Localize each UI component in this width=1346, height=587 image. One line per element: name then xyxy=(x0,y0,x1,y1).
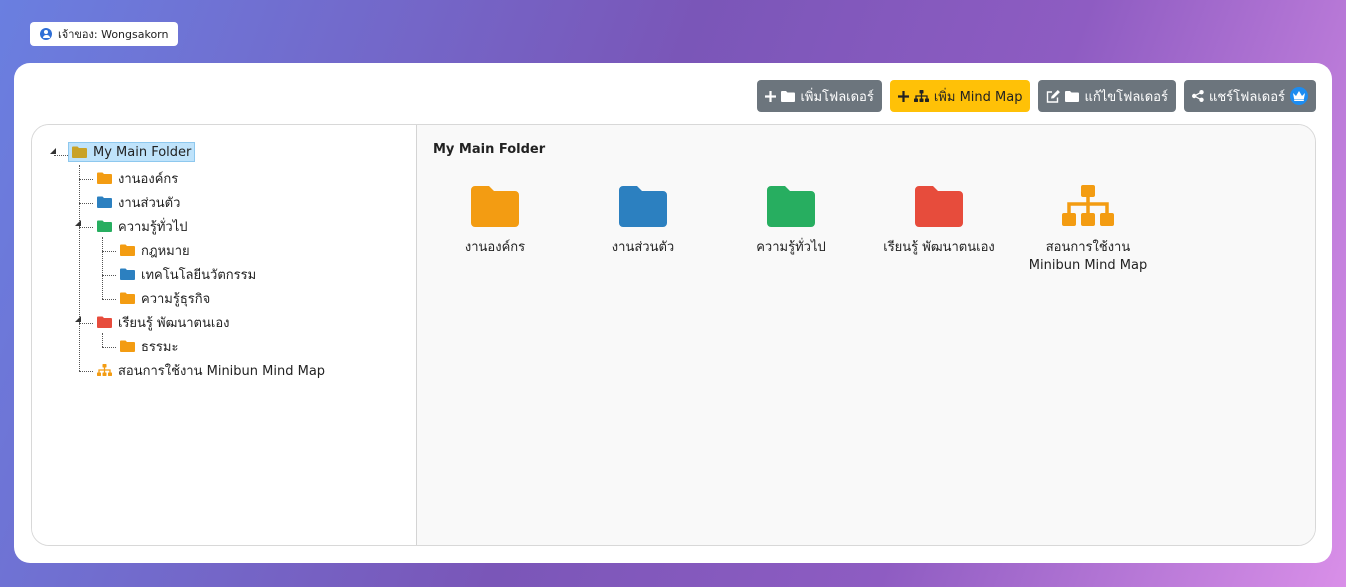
tree-node-label: เทคโนโลยีนวัตกรรม xyxy=(141,267,257,283)
folder-icon xyxy=(97,172,112,184)
sitemap-icon xyxy=(1062,185,1114,226)
tree-node-label: My Main Folder xyxy=(93,144,192,160)
folder-icon xyxy=(97,196,112,208)
sitemap-icon xyxy=(97,364,112,376)
tree-node-label: สอนการใช้งาน Minibun Mind Map xyxy=(118,363,326,379)
edit-folder-button[interactable]: แก้ไขโฟลเดอร์ xyxy=(1038,80,1176,112)
tree-node-folder[interactable]: เรียนรู้ พัฒนาตนเอง xyxy=(94,312,232,332)
tree-node-label: ธรรมะ xyxy=(141,339,179,355)
collapse-toggle-icon[interactable] xyxy=(75,220,81,226)
premium-badge xyxy=(1290,87,1308,105)
tree-node-folder[interactable]: เทคโนโลยีนวัตกรรม xyxy=(117,264,259,284)
tree-connector xyxy=(79,371,93,372)
tree-node-folder[interactable]: ธรรมะ xyxy=(117,336,181,356)
tree-node-folder[interactable]: ความรู้ธุรกิจ xyxy=(117,288,213,308)
tree-connector xyxy=(102,251,116,252)
plus-icon xyxy=(765,90,777,102)
main-panel: เพิ่มโฟลเดอร์ เพิ่ม Mind Map แก้ไขโฟลเดอ… xyxy=(14,63,1332,563)
edit-icon xyxy=(1047,89,1061,103)
collapse-toggle-icon[interactable] xyxy=(50,148,56,154)
mindmap-tile-label-line2: Minibun Mind Map xyxy=(1028,258,1148,273)
folder-icon xyxy=(781,91,796,102)
folder-icon xyxy=(120,340,135,352)
tree-node-label: ความรู้ธุรกิจ xyxy=(141,291,211,307)
tree-node-folder[interactable]: งานส่วนตัว xyxy=(94,192,183,212)
folder-tile[interactable]: งานองค์กร xyxy=(430,185,560,257)
tree-connector xyxy=(79,179,93,180)
folder-tile[interactable]: เรียนรู้ พัฒนาตนเอง xyxy=(874,185,1004,257)
tree-connector xyxy=(79,323,93,324)
folder-tile-label: งานส่วนตัว xyxy=(611,240,675,255)
tree-connector xyxy=(79,165,80,371)
crown-icon xyxy=(1293,91,1305,101)
tree-connector xyxy=(102,275,116,276)
owner-label: เจ้าของ: Wongsakorn xyxy=(58,28,169,41)
tree-connector xyxy=(102,237,103,299)
folder-icon xyxy=(471,186,519,227)
folder-tile[interactable]: ความรู้ทั่วไป xyxy=(726,185,856,257)
tree-node-folder[interactable]: งานองค์กร xyxy=(94,168,181,188)
tree-connector xyxy=(54,155,68,156)
add-mindmap-button[interactable]: เพิ่ม Mind Map xyxy=(889,80,1031,112)
tree-node-label: กฎหมาย xyxy=(141,243,190,259)
tree-connector xyxy=(102,299,116,300)
tree-node-label: เรียนรู้ พัฒนาตนเอง xyxy=(118,315,230,331)
add-folder-label: เพิ่มโฟลเดอร์ xyxy=(800,89,874,105)
tree-connector xyxy=(79,227,93,228)
tree-node-label: งานองค์กร xyxy=(118,171,179,187)
edit-folder-label: แก้ไขโฟลเดอร์ xyxy=(1084,89,1168,105)
owner-badge: เจ้าของ: Wongsakorn xyxy=(30,22,179,46)
sitemap-icon xyxy=(913,90,929,102)
folder-icon xyxy=(619,186,667,227)
folder-tile[interactable]: งานส่วนตัว xyxy=(578,185,708,257)
folder-tile-label: งานองค์กร xyxy=(464,240,526,255)
tree-node-folder[interactable]: ความรู้ทั่วไป xyxy=(94,216,191,236)
tree-node-label: ความรู้ทั่วไป xyxy=(118,219,188,235)
add-folder-button[interactable]: เพิ่มโฟลเดอร์ xyxy=(757,80,882,112)
folder-tile-label: เรียนรู้ พัฒนาตนเอง xyxy=(883,240,995,255)
folder-icon xyxy=(72,146,87,158)
tree-node-label: งานส่วนตัว xyxy=(118,195,181,211)
share-folder-label: แชร์โฟลเดอร์ xyxy=(1208,89,1285,105)
mindmap-tile-label-line1: สอนการใช้งาน xyxy=(1045,240,1131,255)
folder-icon xyxy=(120,292,135,304)
tree-connector xyxy=(79,203,93,204)
folder-icon xyxy=(915,186,963,227)
toolbar: เพิ่มโฟลเดอร์ เพิ่ม Mind Map แก้ไขโฟลเดอ… xyxy=(757,80,1316,112)
folder-tile-label: ความรู้ทั่วไป xyxy=(756,240,826,255)
tree-connector xyxy=(102,347,116,348)
mindmap-tile[interactable]: สอนการใช้งาน Minibun Mind Map xyxy=(1023,185,1153,275)
workspace: My Main Folder งานองค์กร งานส่วนตัว ความ… xyxy=(31,124,1316,546)
folder-tree: My Main Folder งานองค์กร งานส่วนตัว ความ… xyxy=(32,125,417,545)
mindmap-tile-label: สอนการใช้งาน Minibun Mind Map xyxy=(1023,239,1153,275)
tree-connector xyxy=(102,333,103,347)
folder-icon xyxy=(767,186,815,227)
folder-icon xyxy=(97,316,112,328)
collapse-toggle-icon[interactable] xyxy=(75,316,81,322)
folder-icon xyxy=(1065,91,1080,102)
folder-icon xyxy=(97,220,112,232)
tree-node-root[interactable]: My Main Folder xyxy=(68,142,196,162)
plus-icon xyxy=(897,90,909,102)
tree-node-folder[interactable]: กฎหมาย xyxy=(117,240,193,260)
share-icon xyxy=(1191,90,1204,102)
tree-node-mindmap[interactable]: สอนการใช้งาน Minibun Mind Map xyxy=(94,360,328,380)
folder-icon xyxy=(120,244,135,256)
user-circle-icon xyxy=(40,28,52,40)
content-title: My Main Folder xyxy=(433,142,546,157)
folder-icon xyxy=(120,268,135,280)
share-folder-button[interactable]: แชร์โฟลเดอร์ xyxy=(1183,80,1316,112)
folder-content: My Main Folder งานองค์กร งานส่วนตัว ความ… xyxy=(417,125,1315,545)
add-mindmap-label: เพิ่ม Mind Map xyxy=(933,89,1023,105)
